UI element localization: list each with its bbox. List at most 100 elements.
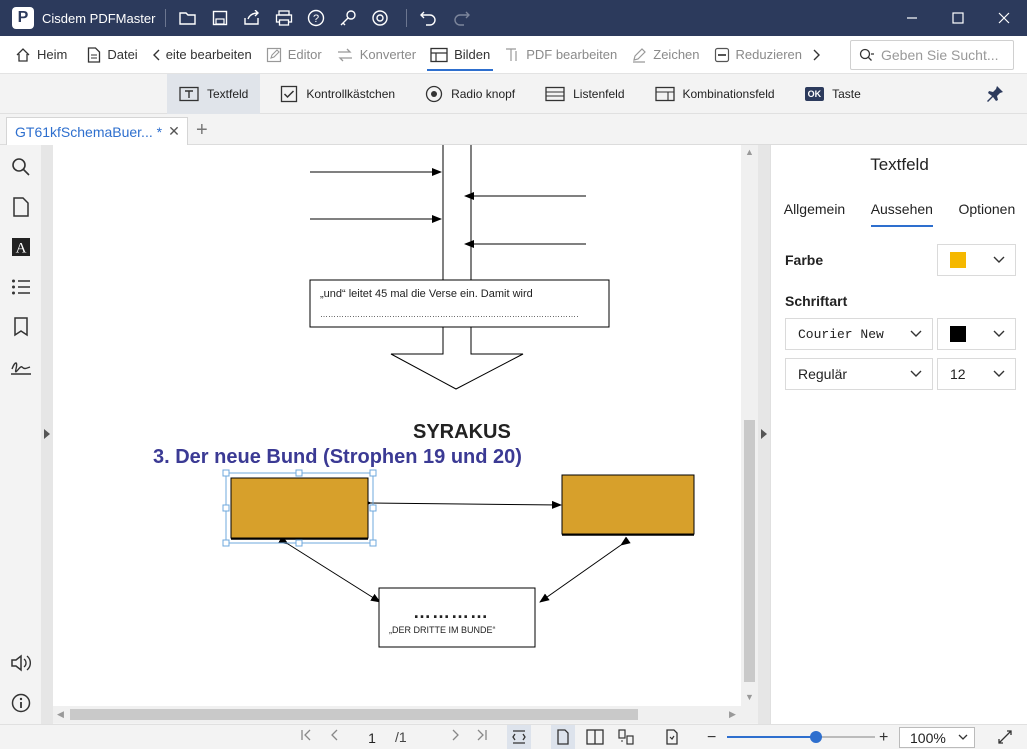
box-text: „und“ leitet 45 mal die Verse ein. Damit… — [320, 288, 533, 300]
last-page-icon[interactable] — [476, 729, 488, 741]
tool-listbox[interactable]: Listenfeld — [533, 74, 636, 114]
prev-page-icon[interactable] — [329, 729, 341, 741]
scroll-up-icon[interactable]: ▲ — [745, 147, 754, 157]
save-icon[interactable] — [204, 0, 236, 36]
next-page-icon[interactable] — [449, 729, 461, 741]
bookmark-icon[interactable] — [10, 316, 32, 338]
ok-button-icon: OK — [804, 86, 825, 101]
key-icon[interactable] — [332, 0, 364, 36]
tool-combobox[interactable]: Kombinationsfeld — [643, 74, 787, 114]
tab-bar: GT61kfSchemaBuer... * ✕ + — [0, 114, 1027, 145]
tab-general[interactable]: Allgemein — [784, 201, 845, 227]
menu-editor[interactable]: Editor — [259, 36, 329, 74]
help-icon[interactable]: ? — [300, 0, 332, 36]
zoom-slider-knob[interactable] — [809, 731, 822, 743]
listbox-icon — [545, 86, 565, 102]
horizontal-scrollbar[interactable]: ◀ ▶ — [53, 706, 758, 723]
menu-forms[interactable]: Bilden — [423, 36, 497, 74]
menu-edit-pdf-label: PDF bearbeiten — [526, 47, 618, 62]
outline-list-icon[interactable] — [10, 276, 32, 298]
horizontal-scroll-thumb[interactable] — [70, 709, 638, 720]
text-cursor-icon — [504, 47, 520, 63]
radio-icon — [425, 85, 443, 103]
zoom-in-icon[interactable]: + — [879, 729, 888, 747]
info-icon[interactable] — [10, 692, 32, 714]
search-input[interactable] — [881, 47, 1011, 63]
document-tab[interactable]: GT61kfSchemaBuer... * ✕ — [6, 117, 188, 145]
share-icon[interactable] — [236, 0, 268, 36]
redo-icon[interactable] — [445, 0, 477, 36]
zoom-out-icon[interactable]: − — [707, 729, 716, 747]
scroll-right-icon[interactable]: ▶ — [729, 709, 736, 720]
chevron-down-icon — [958, 732, 968, 742]
right-panel-collapse[interactable] — [758, 145, 770, 725]
rotate-page-icon[interactable] — [665, 729, 679, 745]
fullscreen-icon[interactable] — [997, 729, 1013, 745]
app-title: Cisdem PDFMaster — [42, 10, 156, 26]
font-size-select[interactable]: 12 — [937, 358, 1016, 390]
maximize-button[interactable] — [935, 0, 981, 36]
menu-sign[interactable]: Zeichen — [624, 36, 706, 74]
folder-open-icon[interactable] — [172, 0, 204, 36]
document-canvas[interactable]: „und“ leitet 45 mal die Verse ein. Damit… — [53, 145, 741, 706]
page-number-input[interactable] — [355, 728, 389, 748]
subheading: 3. Der neue Bund (Strophen 19 und 20) — [153, 446, 522, 468]
scroll-left-icon[interactable]: ◀ — [57, 709, 64, 720]
print-icon[interactable] — [268, 0, 300, 36]
menu-edit-pages[interactable]: eite bearbeiten — [145, 36, 259, 74]
menu-file[interactable]: Datei — [80, 36, 144, 74]
color-picker[interactable] — [937, 244, 1016, 276]
tab-appearance[interactable]: Aussehen — [870, 201, 933, 227]
menu-home-label: Heim — [37, 47, 68, 62]
font-color-swatch — [950, 326, 966, 342]
title-bar: P Cisdem PDFMaster ? — [0, 0, 1027, 36]
single-page-icon[interactable] — [551, 725, 575, 749]
two-page-icon[interactable] — [586, 729, 604, 745]
fit-width-icon[interactable] — [507, 725, 531, 749]
vertical-scroll-thumb[interactable] — [744, 420, 755, 682]
text-annotation-icon[interactable]: A — [10, 236, 32, 258]
minimize-button[interactable] — [889, 0, 935, 36]
page-thumbnail-icon[interactable] — [10, 196, 32, 218]
color-label: Farbe — [785, 252, 824, 268]
chevron-down-icon — [993, 368, 1005, 380]
chevron-right-icon — [44, 429, 50, 439]
zoom-slider[interactable] — [727, 731, 875, 743]
search-box[interactable] — [850, 40, 1014, 70]
tool-checkbox[interactable]: Kontrollkästchen — [268, 74, 407, 114]
add-tab-button[interactable]: + — [196, 119, 208, 142]
first-page-icon[interactable] — [300, 729, 312, 741]
search-panel-icon[interactable] — [10, 156, 32, 178]
tool-radio[interactable]: Radio knopf — [413, 74, 527, 114]
font-family-select[interactable]: Courier New — [785, 318, 933, 350]
menu-more-arrow[interactable] — [809, 36, 825, 74]
menu-converter[interactable]: Konverter — [329, 36, 423, 74]
pin-icon[interactable] — [985, 84, 1005, 104]
vertical-scrollbar[interactable]: ▲ ▼ — [741, 145, 758, 706]
panel-tabs: Allgemein Aussehen Optionen — [771, 201, 1027, 231]
tab-options[interactable]: Optionen — [958, 201, 1015, 227]
left-panel-collapse[interactable] — [41, 145, 53, 725]
font-style-select[interactable]: Regulär — [785, 358, 933, 390]
menu-home[interactable]: Heim — [8, 36, 74, 74]
menu-edit-pdf[interactable]: PDF bearbeiten — [497, 36, 624, 74]
tool-combobox-label: Kombinationsfeld — [682, 86, 775, 101]
font-color-picker[interactable] — [937, 318, 1016, 350]
settings-icon[interactable] — [364, 0, 396, 36]
chevron-down-icon — [993, 328, 1005, 340]
scroll-down-icon[interactable]: ▼ — [745, 692, 754, 702]
menu-reduce[interactable]: Reduzieren — [707, 36, 810, 74]
tool-listbox-label: Listenfeld — [573, 86, 625, 101]
speaker-icon[interactable] — [10, 652, 32, 674]
undo-icon[interactable] — [413, 0, 445, 36]
signature-icon[interactable] — [10, 356, 32, 378]
pen-icon — [631, 47, 647, 63]
scroll-mode-icon[interactable] — [618, 729, 636, 745]
close-button[interactable] — [981, 0, 1027, 36]
chevron-down-icon — [993, 254, 1005, 266]
menu-sign-label: Zeichen — [653, 47, 700, 62]
close-tab-icon[interactable]: ✕ — [168, 123, 180, 140]
zoom-level-select[interactable]: 100% — [899, 727, 975, 748]
tool-button[interactable]: OK Taste — [793, 74, 873, 114]
tool-textfield[interactable]: Textfeld — [167, 73, 261, 114]
